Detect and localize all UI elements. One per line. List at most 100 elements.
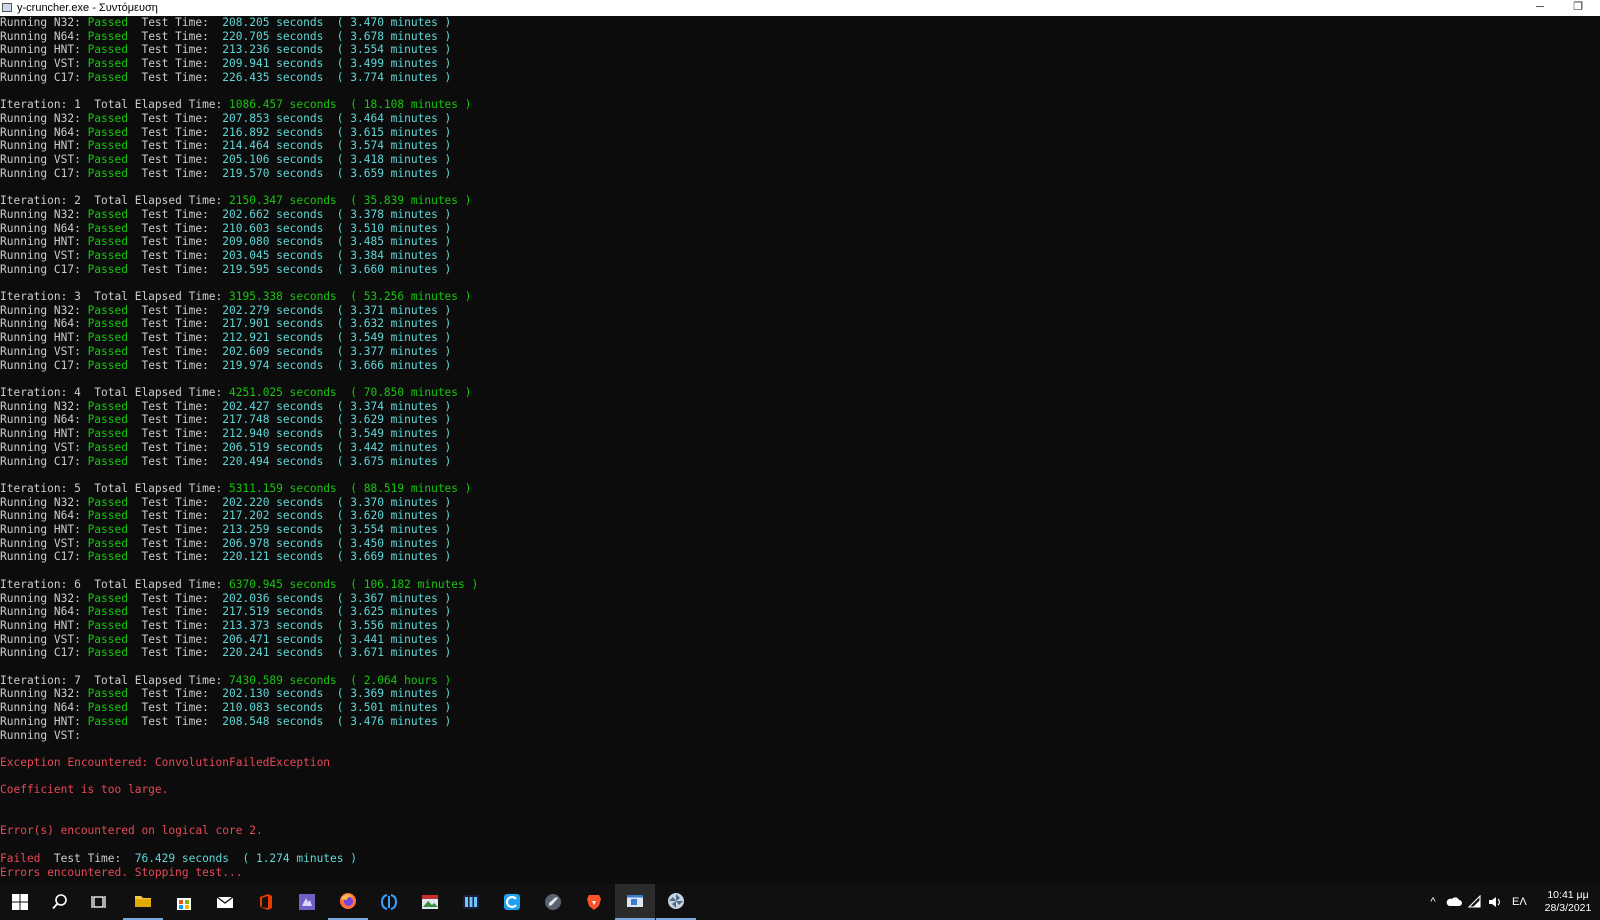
iteration-header-line: Iteration: 1 Total Elapsed Time: 1086.45… <box>0 98 472 111</box>
test-result-line: Running N64: Passed Test Time: 217.202 s… <box>0 509 451 522</box>
test-time-value: 209.941 seconds ( 3.499 minutes ) <box>222 57 452 71</box>
volume-icon[interactable] <box>1488 895 1502 909</box>
test-status: Passed <box>87 454 128 468</box>
file-explorer-button[interactable] <box>123 884 163 920</box>
test-name: Running N32: <box>0 687 88 701</box>
test-name: Running HNT: <box>0 523 88 537</box>
input-language-indicator[interactable]: ΕΛ <box>1512 896 1527 908</box>
console-window-icon <box>627 895 643 907</box>
test-name: Running VST: <box>0 536 88 550</box>
test-result-line: Running HNT: Passed Test Time: 209.080 s… <box>0 235 451 248</box>
test-result-line: Running VST: Passed Test Time: 209.941 s… <box>0 57 451 70</box>
test-time-value: 202.279 seconds ( 3.371 minutes ) <box>222 303 452 317</box>
test-status: Passed <box>87 166 128 180</box>
search-icon <box>52 894 67 910</box>
iteration-elapsed: 7430.589 seconds ( 2.064 hours ) <box>229 673 452 687</box>
bracket-app-icon <box>380 894 398 910</box>
task-view-icon <box>91 896 106 908</box>
test-name: Running HNT: <box>0 43 88 57</box>
iteration-label: Iteration: 7 Total Elapsed Time: <box>0 673 230 687</box>
test-status: Passed <box>87 262 128 276</box>
test-name: Running C17: <box>0 70 88 84</box>
y-cruncher-console-button[interactable] <box>615 884 655 920</box>
test-time-label: Test Time: <box>127 632 223 646</box>
test-time-value: 203.045 seconds ( 3.384 minutes ) <box>222 248 452 262</box>
test-status: Passed <box>87 29 128 43</box>
ccleaner-icon <box>504 894 520 910</box>
tray-overflow-chevron[interactable]: ^ <box>1426 896 1440 908</box>
test-time-label: Test Time: <box>127 605 223 619</box>
console-text: Running N32: Passed Test Time: 208.205 s… <box>0 16 1600 879</box>
test-name: Running N32: <box>0 495 88 509</box>
test-result-line: Running N64: Passed Test Time: 210.603 s… <box>0 222 451 235</box>
app-grid-button[interactable] <box>451 884 491 920</box>
app-pinwheel-button[interactable] <box>656 884 696 920</box>
app-purple-button[interactable] <box>287 884 327 920</box>
store-button[interactable] <box>164 884 204 920</box>
test-time-label: Test Time: <box>127 166 223 180</box>
task-view-button[interactable] <box>80 884 120 920</box>
photos-button[interactable] <box>410 884 450 920</box>
test-time-value: 216.892 seconds ( 3.615 minutes ) <box>222 125 452 139</box>
test-time-label: Test Time: <box>127 358 223 372</box>
test-result-line: Running N32: Passed Test Time: 202.130 s… <box>0 687 451 700</box>
test-time-value: 212.940 seconds ( 3.549 minutes ) <box>222 427 452 441</box>
test-result-line: Running VST: Passed Test Time: 205.106 s… <box>0 153 451 166</box>
office-button[interactable] <box>246 884 286 920</box>
search-button[interactable] <box>40 884 80 920</box>
firefox-button[interactable] <box>328 884 368 920</box>
test-name: Running N64: <box>0 605 88 619</box>
iteration-elapsed: 3195.338 seconds ( 53.256 minutes ) <box>229 290 472 304</box>
console-output[interactable]: Running N32: Passed Test Time: 208.205 s… <box>0 16 1600 884</box>
test-name: Running HNT: <box>0 139 88 153</box>
iteration-header-line: Iteration: 7 Total Elapsed Time: 7430.58… <box>0 674 451 687</box>
app-rocket-button[interactable] <box>533 884 573 920</box>
test-result-line: Running HNT: Passed Test Time: 214.464 s… <box>0 139 451 152</box>
test-status: Passed <box>87 235 128 249</box>
iteration-elapsed: 6370.945 seconds ( 106.182 minutes ) <box>229 577 479 591</box>
test-status: Passed <box>87 111 128 125</box>
window-title-bar[interactable]: y-cruncher.exe - Συντόμευση ─ ❐ <box>0 0 1600 16</box>
test-status: Passed <box>87 646 128 660</box>
test-time-label: Test Time: <box>127 248 223 262</box>
test-status: Passed <box>87 139 128 153</box>
ccleaner-button[interactable] <box>492 884 532 920</box>
test-name: Running HNT: <box>0 618 88 632</box>
taskbar: ^ ΕΛ 10:41 μμ 28/3/2021 <box>0 884 1600 920</box>
test-time-value: 202.130 seconds ( 3.369 minutes ) <box>222 687 452 701</box>
test-name: Running C17: <box>0 550 88 564</box>
test-status: Passed <box>87 344 128 358</box>
test-time-value: 202.036 seconds ( 3.367 minutes ) <box>222 591 452 605</box>
brave-button[interactable] <box>574 884 614 920</box>
system-tray: ^ ΕΛ <box>1426 884 1527 920</box>
wifi-icon[interactable] <box>1468 895 1482 909</box>
system-clock[interactable]: 10:41 μμ 28/3/2021 <box>1540 889 1596 915</box>
iteration-label: Iteration: 6 Total Elapsed Time: <box>0 577 230 591</box>
test-name: Running VST: <box>0 440 88 454</box>
core-error-text: Error(s) encountered on logical core 2. <box>0 824 263 838</box>
test-time-value: 202.662 seconds ( 3.378 minutes ) <box>222 207 452 221</box>
test-result-line: Running HNT: Passed Test Time: 213.259 s… <box>0 523 451 536</box>
test-status: Passed <box>87 57 128 71</box>
restore-button[interactable]: ❐ <box>1558 0 1598 16</box>
test-time-label: Test Time: <box>127 509 223 523</box>
test-time-label: Test Time: <box>127 125 223 139</box>
test-name: Running VST: <box>0 57 88 71</box>
start-button[interactable] <box>0 884 40 920</box>
exception-line: Exception Encountered: ConvolutionFailed… <box>0 756 330 769</box>
test-time-value: 220.494 seconds ( 3.675 minutes ) <box>222 454 452 468</box>
test-result-line: Running N32: Passed Test Time: 202.220 s… <box>0 496 451 509</box>
app-blue-bracket-button[interactable] <box>369 884 409 920</box>
stopping-text: Errors encountered. Stopping test... <box>0 865 243 879</box>
onedrive-cloud-icon[interactable] <box>1446 895 1462 909</box>
test-result-line: Running C17: Passed Test Time: 219.974 s… <box>0 359 451 372</box>
test-result-line: Running N64: Passed Test Time: 216.892 s… <box>0 126 451 139</box>
test-result-line: Running N32: Passed Test Time: 208.205 s… <box>0 16 451 29</box>
test-time-label: Test Time: <box>127 646 223 660</box>
test-status: Passed <box>87 399 128 413</box>
test-name: Running HNT: <box>0 714 88 728</box>
minimize-button[interactable]: ─ <box>1520 0 1560 16</box>
iteration-header-line: Iteration: 5 Total Elapsed Time: 5311.15… <box>0 482 472 495</box>
mail-button[interactable] <box>205 884 245 920</box>
test-time-value: 212.921 seconds ( 3.549 minutes ) <box>222 331 452 345</box>
